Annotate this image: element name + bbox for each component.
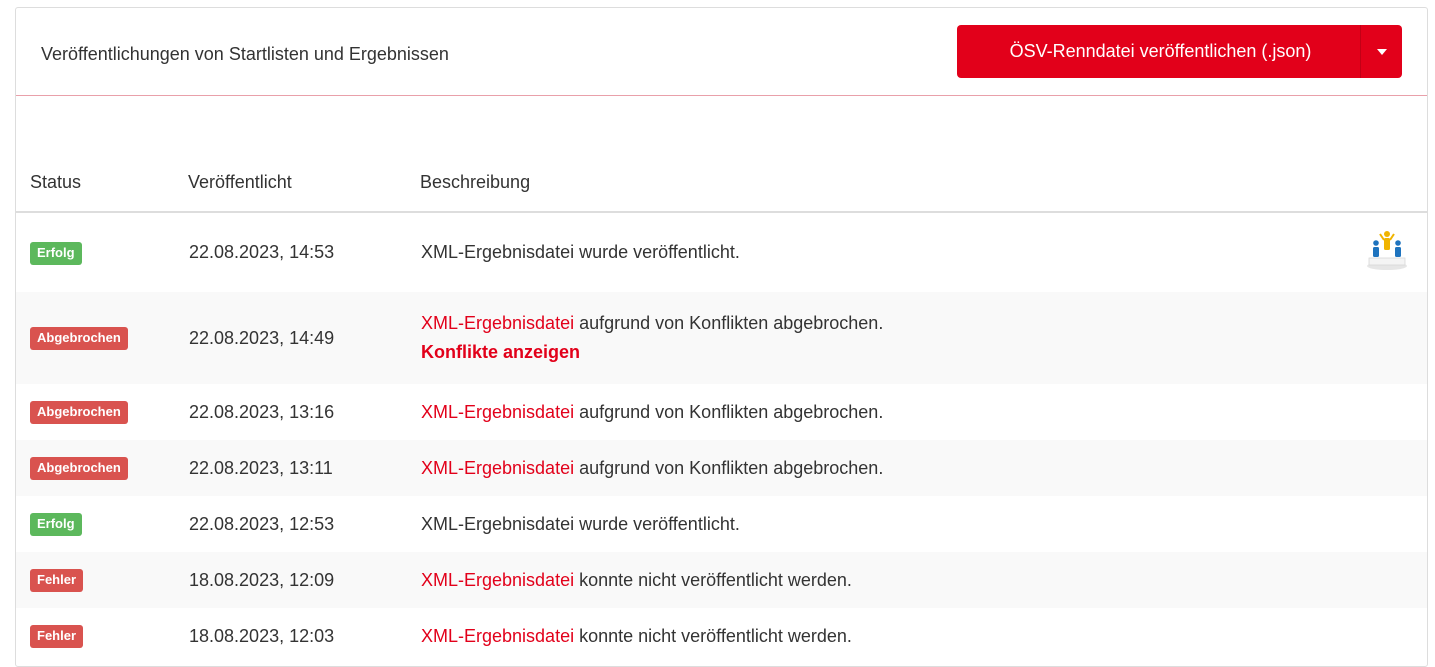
description-text: konnte nicht veröffentlicht werden. [574, 625, 852, 646]
column-header-published: Veröffentlicht [188, 96, 420, 213]
status-badge: Abgebrochen [30, 401, 128, 424]
description-text: aufgrund von Konflikten abgebrochen. [574, 457, 884, 478]
description-cell: XML-Ergebnisdatei aufgrund von Konflikte… [420, 292, 1365, 384]
description-text: konnte nicht veröffentlicht werden. [574, 569, 852, 590]
table-row: Fehler 18.08.2023, 12:09 XML-Ergebnisdat… [16, 552, 1427, 608]
published-date: 22.08.2023, 14:49 [189, 327, 335, 348]
icon-cell [1365, 212, 1427, 292]
description-cell: XML-Ergebnisdatei konnte nicht veröffent… [420, 608, 1365, 664]
published-date: 22.08.2023, 12:53 [189, 513, 335, 534]
icon-cell [1365, 292, 1427, 384]
show-conflicts-link[interactable]: Konflikte anzeigen [421, 342, 580, 363]
icon-cell [1365, 384, 1427, 440]
result-file-link[interactable]: XML-Ergebnisdatei [421, 313, 574, 333]
description-text: XML-Ergebnisdatei wurde veröffentlicht. [421, 513, 740, 534]
published-date: 22.08.2023, 13:11 [189, 457, 333, 478]
result-file-link[interactable]: XML-Ergebnisdatei [421, 626, 574, 646]
result-file-link[interactable]: XML-Ergebnisdatei [421, 402, 574, 422]
description-cell: XML-Ergebnisdatei aufgrund von Konflikte… [420, 440, 1365, 496]
table-row: Abgebrochen 22.08.2023, 14:49 XML-Ergebn… [16, 292, 1427, 384]
table-row: Erfolg 22.08.2023, 14:53 XML-Ergebnisdat… [16, 212, 1427, 292]
description-cell: XML-Ergebnisdatei wurde veröffentlicht. [420, 496, 1365, 552]
published-date: 22.08.2023, 14:53 [189, 242, 335, 262]
publications-panel: Veröffentlichungen von Startlisten und E… [15, 7, 1428, 667]
description-text: aufgrund von Konflikten abgebrochen. [574, 313, 884, 333]
table-body: Erfolg 22.08.2023, 14:53 XML-Ergebnisdat… [16, 212, 1427, 664]
status-cell: Abgebrochen [16, 440, 188, 496]
description-cell: XML-Ergebnisdatei aufgrund von Konflikte… [420, 384, 1365, 440]
icon-cell [1365, 608, 1427, 664]
extra-wrap: Konflikte anzeigen [421, 334, 1364, 363]
table-row: Erfolg 22.08.2023, 12:53 XML-Ergebnisdat… [16, 496, 1427, 552]
icon-cell [1365, 552, 1427, 608]
column-header-description: Beschreibung [420, 96, 1365, 213]
icon-cell [1365, 496, 1427, 552]
status-badge: Erfolg [30, 241, 82, 265]
status-cell: Fehler [16, 608, 188, 664]
published-date: 18.08.2023, 12:09 [189, 569, 335, 590]
publish-json-button[interactable]: ÖSV-Renndatei veröffentlichen (.json) [957, 25, 1360, 78]
description-cell: XML-Ergebnisdatei konnte nicht veröffent… [420, 552, 1365, 608]
description-text: XML-Ergebnisdatei wurde veröffentlicht. [421, 242, 740, 262]
status-badge: Erfolg [30, 513, 82, 536]
status-cell: Erfolg [16, 496, 188, 552]
result-file-link[interactable]: XML-Ergebnisdatei [421, 570, 574, 590]
published-date: 18.08.2023, 12:03 [189, 625, 335, 646]
table-row: Abgebrochen 22.08.2023, 13:11 XML-Ergebn… [16, 440, 1427, 496]
caret-down-icon [1377, 49, 1387, 55]
column-header-icon [1365, 96, 1427, 213]
status-badge: Fehler [30, 625, 84, 648]
status-cell: Fehler [16, 552, 188, 608]
result-file-link[interactable]: XML-Ergebnisdatei [421, 458, 574, 478]
status-cell: Abgebrochen [16, 292, 188, 384]
status-badge: Abgebrochen [30, 457, 128, 480]
podium-icon[interactable] [1365, 228, 1409, 272]
description-cell: XML-Ergebnisdatei wurde veröffentlicht. [420, 212, 1365, 292]
status-cell: Erfolg [16, 212, 188, 292]
table-row: Fehler 18.08.2023, 12:03 XML-Ergebnisdat… [16, 608, 1427, 664]
table-row: Abgebrochen 22.08.2023, 13:16 XML-Ergebn… [16, 384, 1427, 440]
table-header-row: Status Veröffentlicht Beschreibung [16, 96, 1427, 213]
published-date: 22.08.2023, 13:16 [189, 401, 335, 422]
publish-button-group: ÖSV-Renndatei veröffentlichen (.json) [957, 25, 1402, 78]
publish-dropdown-toggle[interactable] [1360, 25, 1402, 78]
status-badge: Fehler [30, 569, 84, 592]
panel-title: Veröffentlichungen von Startlisten und E… [41, 44, 449, 64]
status-badge: Abgebrochen [30, 327, 128, 350]
status-cell: Abgebrochen [16, 384, 188, 440]
icon-cell [1365, 440, 1427, 496]
panel-heading: Veröffentlichungen von Startlisten und E… [16, 8, 1427, 96]
column-header-status: Status [16, 96, 188, 213]
publications-table: Status Veröffentlicht Beschreibung Erfol… [16, 96, 1427, 664]
description-text: aufgrund von Konflikten abgebrochen. [574, 401, 884, 422]
